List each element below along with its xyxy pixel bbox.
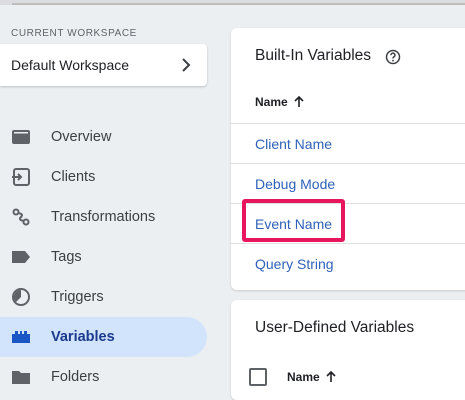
sidebar-item-transformations[interactable]: Transformations — [0, 197, 207, 237]
trigger-icon — [11, 287, 31, 307]
sort-ascending-icon — [294, 96, 304, 107]
workspace-selector[interactable]: Default Workspace — [0, 44, 207, 86]
transformations-icon — [11, 207, 31, 227]
highlight-box — [242, 199, 345, 242]
sidebar-item-label: Overview — [51, 129, 112, 145]
sort-ascending-icon — [326, 371, 336, 382]
table-row: Query String — [231, 243, 465, 283]
tag-icon — [11, 247, 31, 267]
clients-icon — [11, 167, 31, 187]
table-row: Debug Mode — [231, 163, 465, 203]
sidebar-item-label: Transformations — [51, 209, 156, 225]
sidebar-item-label: Triggers — [51, 289, 104, 305]
sidebar-item-clients[interactable]: Clients — [0, 157, 207, 197]
chevron-right-icon — [179, 58, 193, 72]
overview-icon — [11, 127, 31, 147]
sidebar-item-label: Variables — [51, 329, 115, 345]
sidebar-item-tags[interactable]: Tags — [0, 237, 207, 277]
folder-icon — [11, 367, 31, 387]
workspace-label: CURRENT WORKSPACE — [11, 28, 137, 39]
variable-link[interactable]: Query String — [255, 256, 334, 272]
column-header-label: Name — [287, 370, 320, 384]
variable-link[interactable]: Client Name — [255, 136, 332, 152]
sidebar-nav: Overview Clients Transformations Tags Tr… — [0, 117, 207, 397]
workspace-name: Default Workspace — [11, 57, 130, 73]
builtin-variables-title: Built-In Variables — [255, 47, 372, 64]
variable-link[interactable]: Debug Mode — [255, 176, 335, 192]
sidebar-item-label: Folders — [51, 369, 100, 385]
builtin-variables-card: Built-In Variables Name Client Name Debu… — [231, 28, 465, 290]
sidebar-item-label: Clients — [51, 169, 96, 185]
sidebar-item-label: Tags — [51, 249, 82, 265]
sidebar-item-overview[interactable]: Overview — [0, 117, 207, 157]
variables-icon — [11, 327, 31, 347]
help-icon[interactable] — [385, 49, 401, 65]
column-header-label: Name — [255, 95, 288, 109]
user-defined-header-row: Name — [249, 368, 336, 386]
sidebar-item-folders[interactable]: Folders — [0, 357, 207, 397]
user-defined-variables-card: User-Defined Variables Name — [231, 300, 465, 400]
sidebar: CURRENT WORKSPACE Default Workspace Over… — [0, 0, 220, 386]
select-all-checkbox[interactable] — [249, 368, 267, 386]
name-column-header[interactable]: Name — [287, 370, 336, 384]
table-row: Client Name — [231, 123, 465, 163]
user-defined-variables-title: User-Defined Variables — [255, 319, 415, 336]
sidebar-item-triggers[interactable]: Triggers — [0, 277, 207, 317]
sidebar-item-variables[interactable]: Variables — [0, 317, 207, 357]
name-column-header[interactable]: Name — [255, 95, 304, 109]
